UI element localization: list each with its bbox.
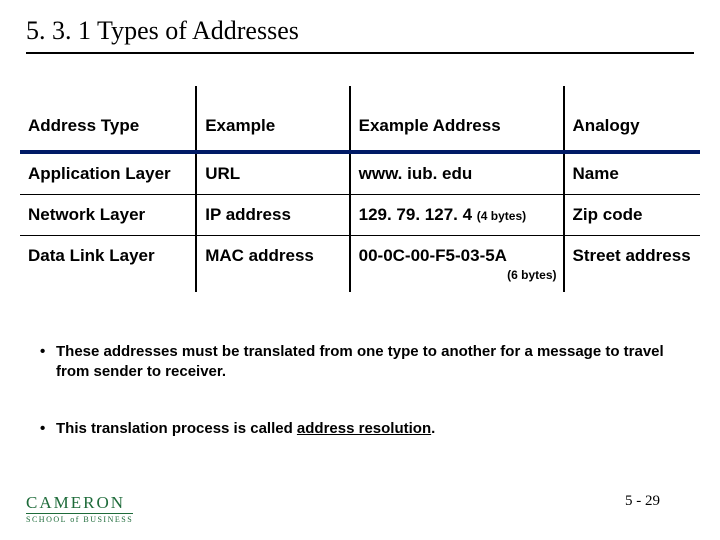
page-number: 5 - 29	[625, 493, 660, 510]
row1-type: Network Layer	[20, 195, 196, 236]
bullet-1: • These addresses must be translated fro…	[40, 342, 680, 383]
header-analogy: Analogy	[564, 86, 700, 152]
row1-address-note: (4 bytes)	[477, 209, 526, 223]
logo-line1: CAMERON	[26, 494, 133, 511]
header-example-address: Example Address	[350, 86, 564, 152]
slide-title: 5. 3. 1 Types of Addresses	[0, 0, 720, 52]
row0-example: URL	[196, 152, 349, 195]
bullet-1-text: These addresses must be translated from …	[56, 342, 680, 383]
bullet-2-text: This translation process is called addre…	[56, 419, 435, 439]
row2-type: Data Link Layer	[20, 236, 196, 293]
row0-type: Application Layer	[20, 152, 196, 195]
bullet-2: • This translation process is called add…	[40, 419, 680, 439]
bullet-dot-icon: •	[40, 342, 56, 383]
logo-line2: SCHOOL of BUSINESS	[26, 513, 133, 524]
bullet-2-pre: This translation process is called	[56, 420, 297, 437]
title-underline	[26, 52, 694, 54]
row2-address: 00-0C-00-F5-03-5A (6 bytes)	[350, 236, 564, 293]
school-logo: CAMERON SCHOOL of BUSINESS	[26, 494, 133, 524]
row1-example: IP address	[196, 195, 349, 236]
row0-address: www. iub. edu	[350, 152, 564, 195]
row2-address-value: 00-0C-00-F5-03-5A	[359, 246, 507, 265]
bullet-dot-icon: •	[40, 419, 56, 439]
bullet-2-underline: address resolution	[297, 420, 431, 437]
address-types-table: Address Type Example Example Address Ana…	[20, 86, 700, 292]
row2-example: MAC address	[196, 236, 349, 293]
header-example: Example	[196, 86, 349, 152]
bullet-2-post: .	[431, 420, 435, 437]
row2-address-note: (6 bytes)	[507, 268, 556, 282]
row1-address: 129. 79. 127. 4 (4 bytes)	[350, 195, 564, 236]
header-address-type: Address Type	[20, 86, 196, 152]
row2-analogy: Street address	[564, 236, 700, 293]
row1-address-value: 129. 79. 127. 4	[359, 205, 472, 224]
row0-analogy: Name	[564, 152, 700, 195]
row1-analogy: Zip code	[564, 195, 700, 236]
bullet-list: • These addresses must be translated fro…	[40, 342, 680, 475]
